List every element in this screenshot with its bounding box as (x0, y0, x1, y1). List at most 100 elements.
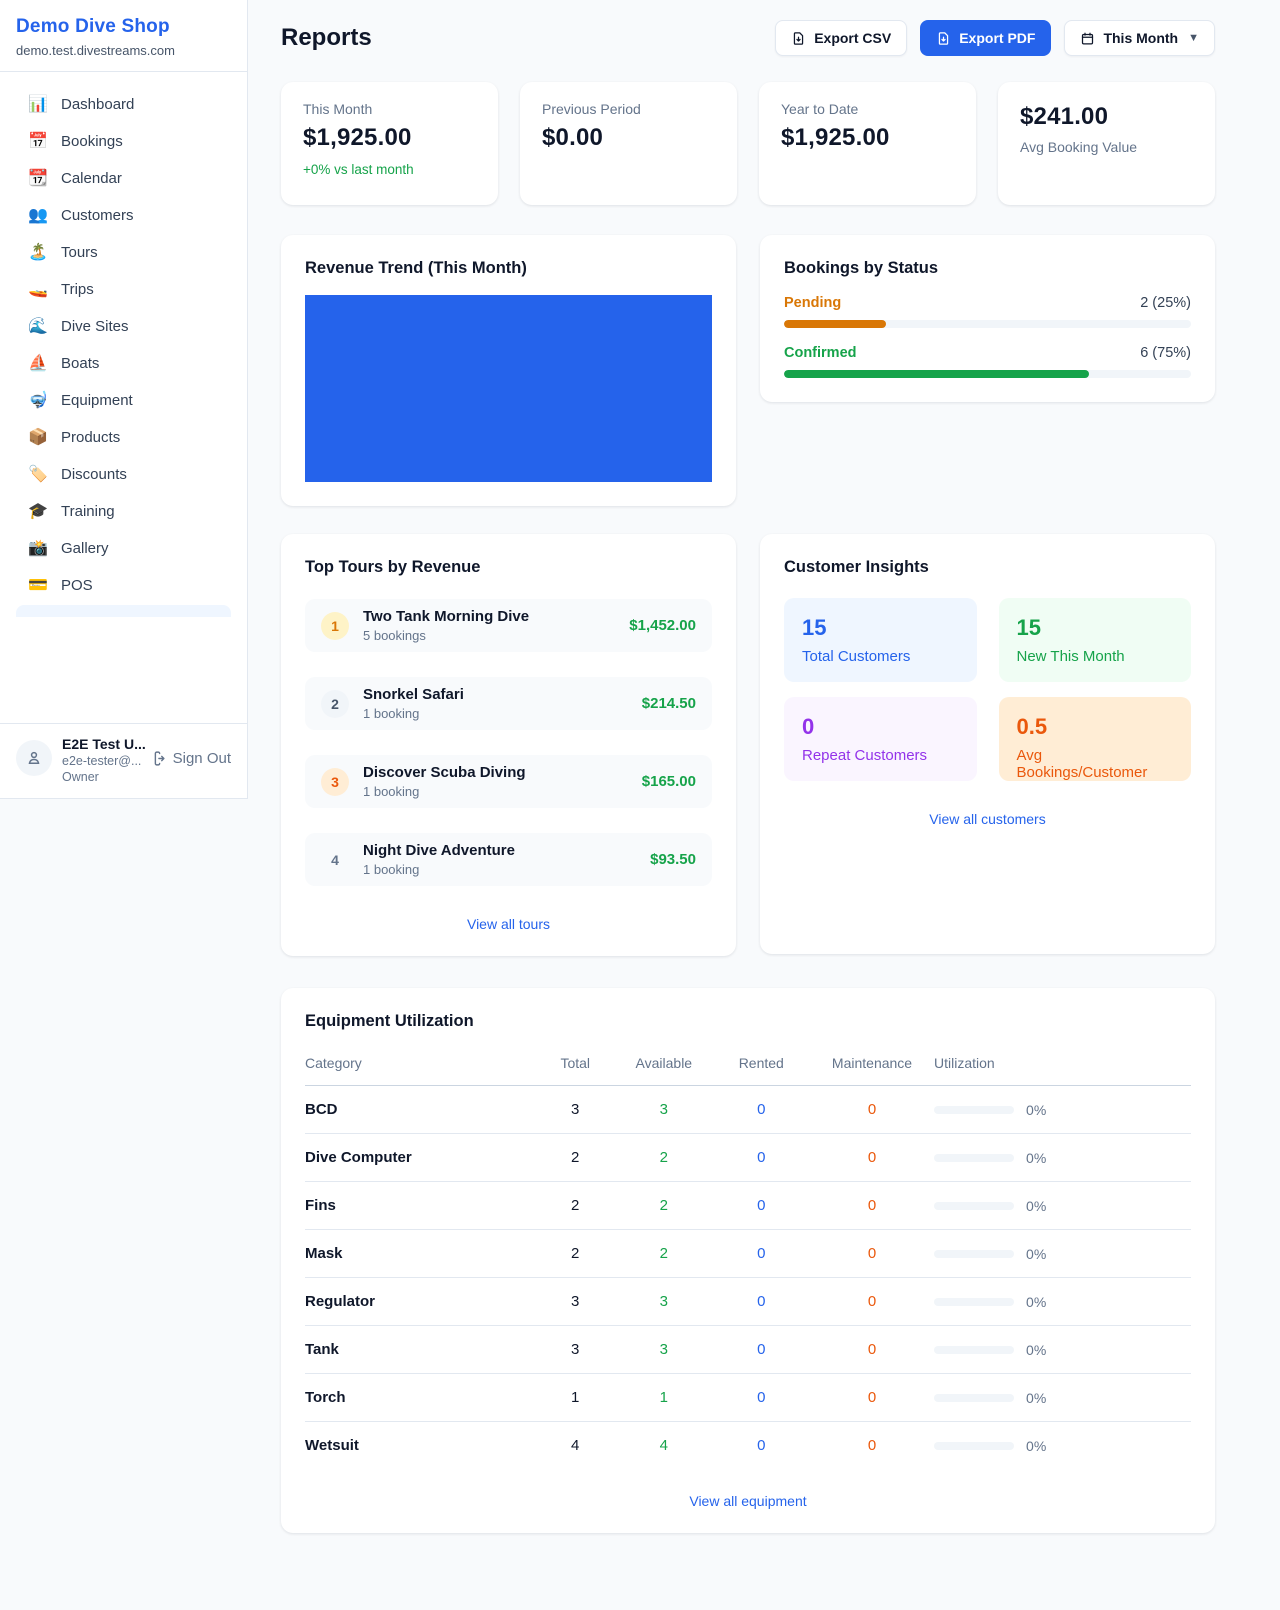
stat-card-year-to-date: Year to Date $1,925.00 (759, 82, 976, 205)
sidebar-item-dashboard[interactable]: 📊 Dashboard (8, 86, 239, 123)
cell-available: 1 (615, 1374, 712, 1422)
rank-badge: 2 (321, 690, 349, 718)
sidebar-item-pos[interactable]: 💳 POS (8, 567, 239, 604)
tours-icon: 🏝️ (28, 245, 48, 261)
sidebar-item-tours[interactable]: 🏝️ Tours (8, 234, 239, 271)
equipment-table: Category Total Available Rented Maintena… (305, 1045, 1191, 1469)
cell-rented: 0 (713, 1422, 810, 1470)
utilization-value: 0% (1026, 1342, 1046, 1358)
user-info: E2E Test U... e2e-tester@... Owner (62, 736, 139, 784)
sidebar-item-reports-active-partial[interactable] (16, 605, 231, 617)
status-row-confirmed: Confirmed 6 (75%) (784, 345, 1191, 378)
cell-category: Torch (305, 1374, 535, 1422)
file-download-icon (791, 31, 806, 46)
cell-rented: 0 (713, 1278, 810, 1326)
sidebar-item-label: Trips (61, 281, 94, 298)
stat-label: This Month (303, 101, 476, 117)
sidebar-item-calendar[interactable]: 📆 Calendar (8, 160, 239, 197)
status-progress-track (784, 370, 1191, 378)
sidebar-item-gallery[interactable]: 📸 Gallery (8, 530, 239, 567)
cell-category: Fins (305, 1182, 535, 1230)
table-row: Dive Computer 2 2 0 0 0% (305, 1134, 1191, 1182)
tour-name: Two Tank Morning Dive (363, 608, 615, 625)
avatar (16, 740, 52, 776)
col-maintenance: Maintenance (810, 1045, 934, 1086)
sidebar-item-discounts[interactable]: 🏷️ Discounts (8, 456, 239, 493)
cell-available: 3 (615, 1326, 712, 1374)
file-download-icon (936, 31, 951, 46)
export-csv-button[interactable]: Export CSV (775, 20, 907, 56)
utilization-bar (934, 1298, 1014, 1306)
cell-total: 2 (535, 1134, 615, 1182)
cell-category: Regulator (305, 1278, 535, 1326)
table-row: BCD 3 3 0 0 0% (305, 1086, 1191, 1134)
period-select[interactable]: This Month ▼ (1064, 20, 1215, 56)
tile-label: Total Customers (802, 648, 959, 665)
bookings-by-status-title: Bookings by Status (784, 259, 1191, 278)
chevron-down-icon: ▼ (1188, 32, 1199, 44)
trips-icon: 🚤 (28, 282, 48, 298)
stat-value: $1,925.00 (303, 124, 476, 152)
charts-row: Revenue Trend (This Month) Bookings by S… (281, 235, 1215, 506)
stat-label: Year to Date (781, 101, 954, 117)
cell-rented: 0 (713, 1182, 810, 1230)
export-csv-label: Export CSV (814, 30, 891, 46)
status-value: 2 (25%) (1140, 295, 1191, 311)
cell-category: Dive Computer (305, 1134, 535, 1182)
table-row: Tank 3 3 0 0 0% (305, 1326, 1191, 1374)
cell-total: 1 (535, 1374, 615, 1422)
cell-maintenance: 0 (810, 1134, 934, 1182)
col-category: Category (305, 1045, 535, 1086)
revenue-trend-title: Revenue Trend (This Month) (305, 259, 712, 278)
user-name: E2E Test U... (62, 736, 139, 752)
tile-label: New This Month (1017, 648, 1174, 665)
utilization-value: 0% (1026, 1294, 1046, 1310)
export-pdf-button[interactable]: Export PDF (920, 20, 1051, 56)
stat-label: Previous Period (542, 101, 715, 117)
col-rented: Rented (713, 1045, 810, 1086)
page-header: Reports Export CSV Export PDF (281, 20, 1215, 56)
sign-out-button[interactable]: Sign Out (149, 750, 231, 767)
shop-name: Demo Dive Shop (16, 16, 231, 38)
shop-domain: demo.test.divestreams.com (16, 43, 231, 58)
sidebar-item-customers[interactable]: 👥 Customers (8, 197, 239, 234)
view-all-tours-link[interactable]: View all tours (305, 916, 712, 932)
sidebar-item-bookings[interactable]: 📅 Bookings (8, 123, 239, 160)
sidebar-item-dive-sites[interactable]: 🌊 Dive Sites (8, 308, 239, 345)
status-value: 6 (75%) (1140, 345, 1191, 361)
tile-total-customers: 15 Total Customers (784, 598, 977, 682)
tour-revenue: $214.50 (642, 695, 696, 712)
tour-revenue: $93.50 (650, 851, 696, 868)
utilization-bar (934, 1250, 1014, 1258)
cell-rented: 0 (713, 1326, 810, 1374)
cell-available: 2 (615, 1230, 712, 1278)
sidebar-item-products[interactable]: 📦 Products (8, 419, 239, 456)
utilization-bar (934, 1106, 1014, 1114)
utilization-value: 0% (1026, 1246, 1046, 1262)
status-label: Confirmed (784, 345, 857, 361)
export-pdf-label: Export PDF (959, 30, 1035, 46)
tour-name: Snorkel Safari (363, 686, 628, 703)
view-all-customers-link[interactable]: View all customers (784, 811, 1191, 827)
cell-rented: 0 (713, 1134, 810, 1182)
calendar-icon: 📆 (28, 171, 48, 187)
cell-category: Mask (305, 1230, 535, 1278)
table-row: Wetsuit 4 4 0 0 0% (305, 1422, 1191, 1470)
tour-revenue: $165.00 (642, 773, 696, 790)
utilization-value: 0% (1026, 1198, 1046, 1214)
status-progress-track (784, 320, 1191, 328)
sidebar-item-equipment[interactable]: 🤿 Equipment (8, 382, 239, 419)
table-row: Regulator 3 3 0 0 0% (305, 1278, 1191, 1326)
stats-row: This Month $1,925.00 +0% vs last month P… (281, 82, 1215, 205)
discounts-icon: 🏷️ (28, 467, 48, 483)
tour-row: 2 Snorkel Safari 1 booking $214.50 (305, 677, 712, 730)
sidebar-item-training[interactable]: 🎓 Training (8, 493, 239, 530)
sidebar-item-trips[interactable]: 🚤 Trips (8, 271, 239, 308)
sidebar-item-boats[interactable]: ⛵ Boats (8, 345, 239, 382)
stat-value: $241.00 (1020, 103, 1193, 131)
cell-maintenance: 0 (810, 1326, 934, 1374)
view-all-equipment-link[interactable]: View all equipment (305, 1493, 1191, 1509)
cell-available: 3 (615, 1278, 712, 1326)
table-header-row: Category Total Available Rented Maintena… (305, 1045, 1191, 1086)
sidebar-item-label: Dashboard (61, 96, 134, 113)
